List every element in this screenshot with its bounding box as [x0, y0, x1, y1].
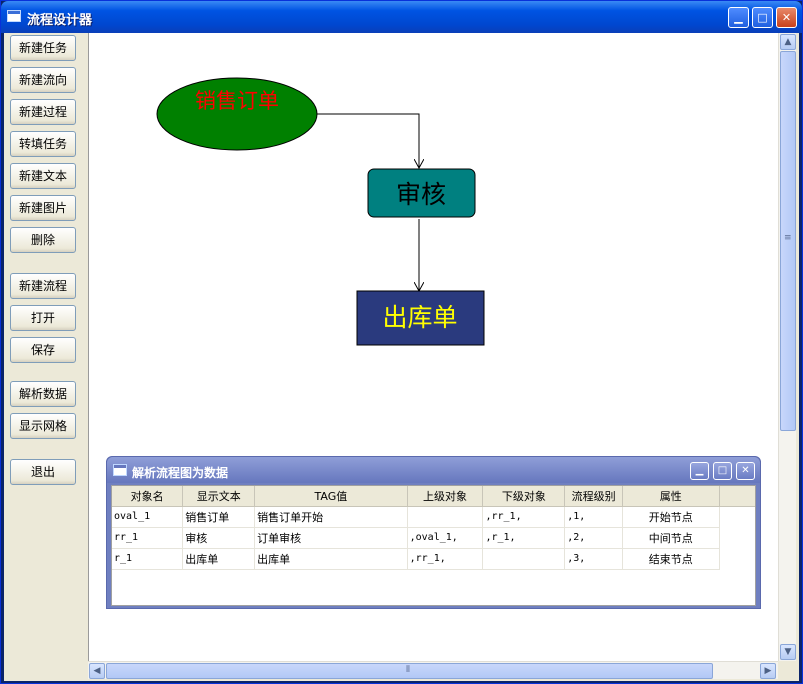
table-cell[interactable]: ,3,	[564, 548, 623, 570]
scroll-left-icon[interactable]: ◀	[89, 663, 105, 679]
table-row[interactable]: rr_1 审核 订单审核 ,oval_1, ,r_1, ,2, 中间节点	[112, 527, 755, 549]
column-header[interactable]: TAG值	[254, 486, 408, 507]
table-cell[interactable]: 结束节点	[622, 548, 720, 570]
row-filler	[719, 548, 755, 569]
column-header[interactable]: 显示文本	[182, 486, 256, 507]
row-filler	[719, 527, 755, 548]
toolbox: 新建任务 新建流向 新建过程 转填任务 新建文本 新建图片 删除 新建流程 打开…	[4, 33, 88, 681]
scroll-right-icon[interactable]: ▶	[760, 663, 776, 679]
data-window-title: 解析流程图为数据	[132, 466, 229, 480]
show-grid-button[interactable]: 显示网格	[10, 413, 76, 439]
table-cell[interactable]: 订单审核	[254, 527, 408, 549]
data-grid[interactable]: 对象名 显示文本 TAG值 上级对象 下级对象 流程级别 属性 oval_1 销…	[111, 485, 756, 606]
table-cell[interactable]: ,r_1,	[482, 527, 566, 549]
maximize-button[interactable]: □	[713, 462, 732, 480]
table-cell[interactable]: 中间节点	[622, 527, 720, 549]
main-window: 流程设计器 ▁ □ ✕ 新建任务 新建流向 新建过程 转填任务 新建文本 新建图…	[0, 0, 803, 684]
maximize-button[interactable]: □	[752, 7, 773, 28]
app-icon	[7, 10, 21, 22]
new-image-button[interactable]: 新建图片	[10, 195, 76, 221]
new-process-button[interactable]: 新建过程	[10, 99, 76, 125]
svg-text:出库单: 出库单	[382, 303, 457, 332]
table-cell[interactable]: 销售订单开始	[254, 506, 408, 528]
data-window-title-bar: 解析流程图为数据 ▁ □ ✕	[107, 457, 760, 483]
table-cell[interactable]: 销售订单	[182, 506, 256, 528]
table-cell[interactable]: 出库单	[182, 548, 256, 570]
new-text-button[interactable]: 新建文本	[10, 163, 76, 189]
horizontal-scrollbar[interactable]: ◀ ⦀ ▶	[88, 661, 778, 679]
end-node[interactable]: 出库单	[356, 290, 485, 346]
table-row[interactable]: oval_1 销售订单 销售订单开始 ,rr_1, ,1, 开始节点	[112, 506, 755, 528]
table-cell[interactable]: rr_1	[112, 527, 184, 549]
flow-arrow[interactable]	[317, 113, 419, 168]
new-task-button[interactable]: 新建任务	[10, 35, 76, 61]
table-cell[interactable]: ,2,	[564, 527, 623, 549]
table-cell[interactable]	[482, 548, 566, 570]
grip-icon: ≡	[784, 233, 792, 243]
svg-text:销售订单: 销售订单	[195, 89, 279, 113]
column-header[interactable]: 下级对象	[482, 486, 566, 507]
scroll-up-icon[interactable]: ▲	[780, 34, 796, 50]
column-header-filler	[719, 486, 755, 507]
exit-button[interactable]: 退出	[10, 459, 76, 485]
minimize-button[interactable]: ▁	[728, 7, 749, 28]
column-header[interactable]: 对象名	[112, 486, 184, 507]
column-header[interactable]: 上级对象	[407, 486, 484, 507]
grid-header: 对象名 显示文本 TAG值 上级对象 下级对象 流程级别 属性	[112, 486, 755, 507]
table-cell[interactable]: r_1	[112, 548, 184, 570]
review-node[interactable]: 审核	[367, 168, 476, 218]
close-button[interactable]: ✕	[776, 7, 797, 28]
table-cell[interactable]: ,rr_1,	[407, 548, 484, 570]
data-window: 解析流程图为数据 ▁ □ ✕ 对象名 显示文本 TAG值 上级对象 下级对象 流…	[106, 456, 761, 609]
table-cell[interactable]: oval_1	[112, 506, 184, 528]
title-bar: 流程设计器 ▁ □ ✕	[1, 1, 802, 33]
minimize-button[interactable]: ▁	[690, 462, 709, 480]
open-button[interactable]: 打开	[10, 305, 76, 331]
transfer-task-button[interactable]: 转填任务	[10, 131, 76, 157]
table-row[interactable]: r_1 出库单 出库单 ,rr_1, ,3, 结束节点	[112, 548, 755, 570]
parse-data-button[interactable]: 解析数据	[10, 381, 76, 407]
grip-icon: ⦀	[406, 665, 410, 675]
svg-text:审核: 审核	[396, 180, 446, 209]
start-node[interactable]: 销售订单	[156, 77, 318, 151]
vertical-scrollbar[interactable]: ▲ ≡ ▼	[778, 33, 796, 661]
table-cell[interactable]	[407, 506, 484, 528]
column-header[interactable]: 属性	[622, 486, 720, 507]
table-cell[interactable]: 出库单	[254, 548, 408, 570]
column-header[interactable]: 流程级别	[564, 486, 623, 507]
table-cell[interactable]: ,1,	[564, 506, 623, 528]
table-cell[interactable]: 开始节点	[622, 506, 720, 528]
new-workflow-button[interactable]: 新建流程	[10, 273, 76, 299]
table-cell[interactable]: ,rr_1,	[482, 506, 566, 528]
scrollbar-corner	[778, 661, 796, 679]
table-cell[interactable]: ,oval_1,	[407, 527, 484, 549]
table-cell[interactable]: 审核	[182, 527, 256, 549]
close-button[interactable]: ✕	[736, 462, 755, 480]
new-flow-button[interactable]: 新建流向	[10, 67, 76, 93]
delete-button[interactable]: 删除	[10, 227, 76, 253]
app-icon	[113, 464, 127, 476]
window-title: 流程设计器	[27, 13, 93, 28]
save-button[interactable]: 保存	[10, 337, 76, 363]
row-filler	[719, 506, 755, 527]
scroll-down-icon[interactable]: ▼	[780, 644, 796, 660]
